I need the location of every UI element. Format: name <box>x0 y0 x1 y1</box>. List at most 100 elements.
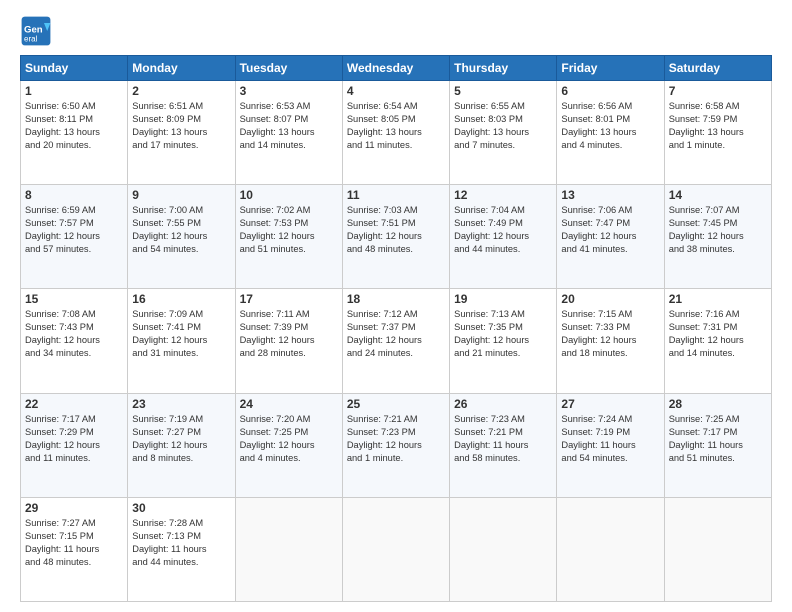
calendar-cell: 18 Sunrise: 7:12 AM Sunset: 7:37 PM Dayli… <box>342 289 449 393</box>
day-info: Sunrise: 7:03 AM Sunset: 7:51 PM Dayligh… <box>347 204 445 256</box>
calendar-cell <box>342 497 449 601</box>
day-info: Sunrise: 7:19 AM Sunset: 7:27 PM Dayligh… <box>132 413 230 465</box>
calendar-day-header: Friday <box>557 56 664 81</box>
calendar-cell <box>557 497 664 601</box>
calendar-cell: 1Sunrise: 6:50 AM Sunset: 8:11 PM Daylig… <box>21 81 128 185</box>
calendar-table: SundayMondayTuesdayWednesdayThursdayFrid… <box>20 55 772 602</box>
day-number: 7 <box>669 84 767 98</box>
calendar-cell: 4 Sunrise: 6:54 AM Sunset: 8:05 PM Daylig… <box>342 81 449 185</box>
day-number: 23 <box>132 397 230 411</box>
calendar-header-row: SundayMondayTuesdayWednesdayThursdayFrid… <box>21 56 772 81</box>
calendar-cell: 11 Sunrise: 7:03 AM Sunset: 7:51 PM Dayli… <box>342 185 449 289</box>
day-info: Sunrise: 7:11 AM Sunset: 7:39 PM Dayligh… <box>240 308 338 360</box>
day-number: 6 <box>561 84 659 98</box>
day-number: 14 <box>669 188 767 202</box>
calendar-cell <box>450 497 557 601</box>
calendar-week-row: 22 Sunrise: 7:17 AM Sunset: 7:29 PM Dayli… <box>21 393 772 497</box>
calendar-cell: 29 Sunrise: 7:27 AM Sunset: 7:15 PM Dayli… <box>21 497 128 601</box>
svg-text:eral: eral <box>24 34 38 43</box>
page-header: Gen eral <box>20 15 772 47</box>
calendar-cell: 26Sunrise: 7:23 AM Sunset: 7:21 PM Dayli… <box>450 393 557 497</box>
day-info: Sunrise: 6:51 AM Sunset: 8:09 PM Dayligh… <box>132 100 230 152</box>
calendar-day-header: Tuesday <box>235 56 342 81</box>
day-info: Sunrise: 7:04 AM Sunset: 7:49 PM Dayligh… <box>454 204 552 256</box>
calendar-cell: 8 Sunrise: 6:59 AM Sunset: 7:57 PM Daylig… <box>21 185 128 289</box>
day-info: Sunrise: 7:20 AM Sunset: 7:25 PM Dayligh… <box>240 413 338 465</box>
day-number: 29 <box>25 501 123 515</box>
day-number: 26 <box>454 397 552 411</box>
calendar-cell: 16Sunrise: 7:09 AM Sunset: 7:41 PM Dayli… <box>128 289 235 393</box>
calendar-cell: 25 Sunrise: 7:21 AM Sunset: 7:23 PM Dayli… <box>342 393 449 497</box>
day-number: 19 <box>454 292 552 306</box>
calendar-day-header: Wednesday <box>342 56 449 81</box>
day-number: 20 <box>561 292 659 306</box>
day-info: Sunrise: 6:58 AM Sunset: 7:59 PM Dayligh… <box>669 100 767 152</box>
calendar-cell <box>664 497 771 601</box>
day-number: 9 <box>132 188 230 202</box>
day-info: Sunrise: 7:06 AM Sunset: 7:47 PM Dayligh… <box>561 204 659 256</box>
day-number: 27 <box>561 397 659 411</box>
day-info: Sunrise: 7:12 AM Sunset: 7:37 PM Dayligh… <box>347 308 445 360</box>
day-number: 12 <box>454 188 552 202</box>
day-info: Sunrise: 7:24 AM Sunset: 7:19 PM Dayligh… <box>561 413 659 465</box>
calendar-cell: 15Sunrise: 7:08 AM Sunset: 7:43 PM Dayli… <box>21 289 128 393</box>
day-info: Sunrise: 6:59 AM Sunset: 7:57 PM Dayligh… <box>25 204 123 256</box>
calendar-cell <box>235 497 342 601</box>
logo: Gen eral <box>20 15 56 47</box>
day-number: 8 <box>25 188 123 202</box>
calendar-cell: 7 Sunrise: 6:58 AM Sunset: 7:59 PM Daylig… <box>664 81 771 185</box>
day-number: 25 <box>347 397 445 411</box>
day-number: 11 <box>347 188 445 202</box>
calendar-day-header: Sunday <box>21 56 128 81</box>
day-info: Sunrise: 7:02 AM Sunset: 7:53 PM Dayligh… <box>240 204 338 256</box>
calendar-cell: 21 Sunrise: 7:16 AM Sunset: 7:31 PM Dayli… <box>664 289 771 393</box>
calendar-cell: 23 Sunrise: 7:19 AM Sunset: 7:27 PM Dayli… <box>128 393 235 497</box>
day-info: Sunrise: 7:25 AM Sunset: 7:17 PM Dayligh… <box>669 413 767 465</box>
calendar-cell: 30Sunrise: 7:28 AM Sunset: 7:13 PM Dayli… <box>128 497 235 601</box>
day-info: Sunrise: 6:53 AM Sunset: 8:07 PM Dayligh… <box>240 100 338 152</box>
day-info: Sunrise: 7:16 AM Sunset: 7:31 PM Dayligh… <box>669 308 767 360</box>
calendar-day-header: Thursday <box>450 56 557 81</box>
day-number: 1 <box>25 84 123 98</box>
calendar-cell: 12 Sunrise: 7:04 AM Sunset: 7:49 PM Dayli… <box>450 185 557 289</box>
calendar-cell: 5 Sunrise: 6:55 AM Sunset: 8:03 PM Daylig… <box>450 81 557 185</box>
calendar-cell: 22 Sunrise: 7:17 AM Sunset: 7:29 PM Dayli… <box>21 393 128 497</box>
day-info: Sunrise: 7:00 AM Sunset: 7:55 PM Dayligh… <box>132 204 230 256</box>
calendar-cell: 20 Sunrise: 7:15 AM Sunset: 7:33 PM Dayli… <box>557 289 664 393</box>
calendar-cell: 13 Sunrise: 7:06 AM Sunset: 7:47 PM Dayli… <box>557 185 664 289</box>
day-number: 21 <box>669 292 767 306</box>
day-number: 16 <box>132 292 230 306</box>
day-info: Sunrise: 7:27 AM Sunset: 7:15 PM Dayligh… <box>25 517 123 569</box>
day-number: 13 <box>561 188 659 202</box>
calendar-cell: 24 Sunrise: 7:20 AM Sunset: 7:25 PM Dayli… <box>235 393 342 497</box>
day-number: 22 <box>25 397 123 411</box>
day-number: 18 <box>347 292 445 306</box>
day-info: Sunrise: 7:15 AM Sunset: 7:33 PM Dayligh… <box>561 308 659 360</box>
calendar-day-header: Monday <box>128 56 235 81</box>
day-number: 17 <box>240 292 338 306</box>
calendar-cell: 19 Sunrise: 7:13 AM Sunset: 7:35 PM Dayli… <box>450 289 557 393</box>
day-info: Sunrise: 6:56 AM Sunset: 8:01 PM Dayligh… <box>561 100 659 152</box>
day-info: Sunrise: 6:54 AM Sunset: 8:05 PM Dayligh… <box>347 100 445 152</box>
day-number: 15 <box>25 292 123 306</box>
day-info: Sunrise: 6:55 AM Sunset: 8:03 PM Dayligh… <box>454 100 552 152</box>
calendar-week-row: 1Sunrise: 6:50 AM Sunset: 8:11 PM Daylig… <box>21 81 772 185</box>
day-number: 4 <box>347 84 445 98</box>
day-number: 28 <box>669 397 767 411</box>
day-info: Sunrise: 7:17 AM Sunset: 7:29 PM Dayligh… <box>25 413 123 465</box>
day-info: Sunrise: 7:28 AM Sunset: 7:13 PM Dayligh… <box>132 517 230 569</box>
calendar-cell: 10 Sunrise: 7:02 AM Sunset: 7:53 PM Dayli… <box>235 185 342 289</box>
day-number: 5 <box>454 84 552 98</box>
day-info: Sunrise: 7:13 AM Sunset: 7:35 PM Dayligh… <box>454 308 552 360</box>
calendar-day-header: Saturday <box>664 56 771 81</box>
calendar-cell: 14Sunrise: 7:07 AM Sunset: 7:45 PM Dayli… <box>664 185 771 289</box>
calendar-week-row: 8 Sunrise: 6:59 AM Sunset: 7:57 PM Daylig… <box>21 185 772 289</box>
day-number: 10 <box>240 188 338 202</box>
day-info: Sunrise: 7:21 AM Sunset: 7:23 PM Dayligh… <box>347 413 445 465</box>
day-number: 24 <box>240 397 338 411</box>
day-number: 3 <box>240 84 338 98</box>
calendar-cell: 9 Sunrise: 7:00 AM Sunset: 7:55 PM Daylig… <box>128 185 235 289</box>
day-number: 2 <box>132 84 230 98</box>
calendar-week-row: 29 Sunrise: 7:27 AM Sunset: 7:15 PM Dayli… <box>21 497 772 601</box>
calendar-cell: 28 Sunrise: 7:25 AM Sunset: 7:17 PM Dayli… <box>664 393 771 497</box>
